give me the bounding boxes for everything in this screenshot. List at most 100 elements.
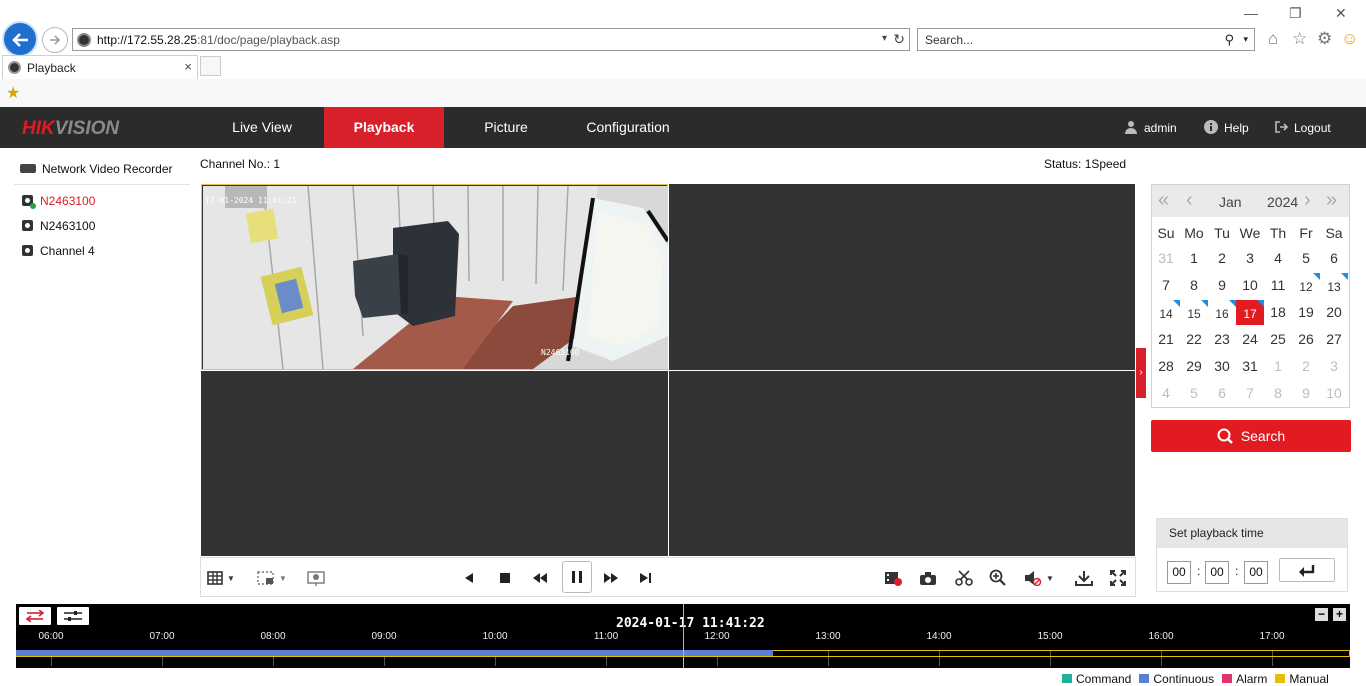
calendar-day[interactable]: 24 <box>1236 327 1264 352</box>
speed-up-button[interactable] <box>603 567 619 589</box>
calendar-day[interactable]: 6 <box>1320 246 1348 271</box>
calendar-day[interactable]: 2 <box>1208 246 1236 271</box>
sync-playback-button[interactable] <box>19 607 51 625</box>
minimize-icon[interactable]: — <box>1244 5 1258 21</box>
download-button[interactable] <box>1075 567 1093 589</box>
calendar-day[interactable]: 4 <box>1264 246 1292 271</box>
capture-button[interactable] <box>919 567 937 589</box>
next-year-icon[interactable]: » <box>1326 189 1337 212</box>
calendar-day[interactable]: 9 <box>1292 381 1320 406</box>
address-bar[interactable]: http://172.55.28.25:81/doc/page/playback… <box>72 28 910 51</box>
previous-year-icon[interactable]: « <box>1158 189 1169 212</box>
forward-button[interactable] <box>42 27 68 53</box>
tree-root-nvr[interactable]: Network Video Recorder <box>20 162 173 176</box>
timeline-settings-button[interactable] <box>57 607 89 625</box>
close-window-icon[interactable]: ✕ <box>1335 5 1347 22</box>
calendar-day[interactable]: 8 <box>1180 273 1208 298</box>
calendar-day[interactable]: 12 <box>1292 273 1320 298</box>
audio-button[interactable]: ▼ <box>1024 567 1054 589</box>
nav-playback[interactable]: Playback <box>324 107 444 148</box>
fisheye-button[interactable] <box>307 567 325 589</box>
stop-all-button[interactable] <box>884 567 902 589</box>
minute-input[interactable]: 00 <box>1205 561 1229 584</box>
collapse-panel-tab[interactable]: › <box>1136 348 1146 398</box>
calendar-day[interactable]: 2 <box>1292 354 1320 379</box>
help-link[interactable]: Help <box>1204 120 1249 135</box>
calendar-day[interactable]: 8 <box>1264 381 1292 406</box>
chevron-down-icon[interactable]: ▾ <box>882 33 887 44</box>
calendar-day[interactable]: 31 <box>1236 354 1264 379</box>
next-month-icon[interactable]: › <box>1304 189 1311 212</box>
refresh-icon[interactable]: ↻ <box>893 31 905 48</box>
timeline[interactable]: 2024-01-17 11:41:22 − + 06:00 07:00 08:00 0… <box>16 604 1350 668</box>
calendar-day[interactable]: 30 <box>1208 354 1236 379</box>
calendar-day[interactable]: 5 <box>1180 381 1208 406</box>
stop-button[interactable] <box>499 567 511 589</box>
calendar-day[interactable]: 6 <box>1208 381 1236 406</box>
calendar-day[interactable]: 4 <box>1152 381 1180 406</box>
user-menu[interactable]: admin <box>1124 120 1177 135</box>
calendar-day[interactable]: 13 <box>1320 273 1348 298</box>
calendar-day[interactable]: 14 <box>1152 300 1180 325</box>
single-frame-button[interactable] <box>639 567 653 589</box>
video-window-3[interactable] <box>201 371 668 556</box>
browser-search-box[interactable]: Search... ⚲ ▾ <box>917 28 1255 51</box>
search-button[interactable]: Search <box>1151 420 1351 452</box>
calendar-day[interactable]: 9 <box>1208 273 1236 298</box>
slow-down-button[interactable] <box>532 567 548 589</box>
calendar-day[interactable]: 10 <box>1320 381 1348 406</box>
calendar-day[interactable]: 3 <box>1320 354 1348 379</box>
calendar-day[interactable]: 16 <box>1208 300 1236 325</box>
hour-input[interactable]: 00 <box>1167 561 1191 584</box>
calendar-day[interactable]: 22 <box>1180 327 1208 352</box>
calendar-day[interactable]: 27 <box>1320 327 1348 352</box>
restore-icon[interactable]: ❐ <box>1289 5 1302 22</box>
calendar-day[interactable]: 23 <box>1208 327 1236 352</box>
second-input[interactable]: 00 <box>1244 561 1268 584</box>
tree-item-channel[interactable]: N2463100 <box>22 194 95 209</box>
video-window-4[interactable] <box>669 371 1135 556</box>
tree-item-channel[interactable]: Channel 4 <box>22 244 95 258</box>
zoom-out-icon[interactable]: − <box>1315 608 1328 621</box>
pause-button[interactable] <box>562 561 592 593</box>
calendar-day[interactable]: 29 <box>1180 354 1208 379</box>
logout-link[interactable]: Logout <box>1274 120 1331 135</box>
add-favorite-icon[interactable]: ★ <box>6 83 20 103</box>
fullscreen-button[interactable] <box>1110 567 1126 589</box>
calendar-day[interactable]: 5 <box>1292 246 1320 271</box>
calendar-day[interactable]: 7 <box>1236 381 1264 406</box>
smiley-icon[interactable]: ☺ <box>1341 29 1358 49</box>
search-icon[interactable]: ⚲ <box>1224 32 1234 48</box>
window-layout-button[interactable]: ▼ <box>207 567 235 589</box>
calendar-day[interactable]: 15 <box>1180 300 1208 325</box>
chevron-down-icon[interactable]: ▾ <box>1243 34 1248 45</box>
calendar-day[interactable]: 28 <box>1152 354 1180 379</box>
reverse-play-button[interactable] <box>463 567 475 589</box>
calendar-day[interactable]: 7 <box>1152 273 1180 298</box>
favorites-star-icon[interactable]: ☆ <box>1292 29 1307 49</box>
previous-month-icon[interactable]: ‹ <box>1186 189 1193 212</box>
settings-gear-icon[interactable]: ⚙ <box>1317 29 1332 49</box>
clip-button[interactable] <box>955 567 973 589</box>
browser-tab[interactable]: Playback × <box>2 55 198 79</box>
calendar-day[interactable]: 25 <box>1264 327 1292 352</box>
window-select-button[interactable]: ▼ <box>257 567 287 589</box>
timeline-cursor[interactable] <box>683 604 684 668</box>
close-tab-icon[interactable]: × <box>184 59 192 74</box>
video-window-2[interactable] <box>669 184 1135 370</box>
nav-live-view[interactable]: Live View <box>200 107 324 148</box>
calendar-day[interactable]: 31 <box>1152 246 1180 271</box>
new-tab-button[interactable] <box>200 56 221 76</box>
digital-zoom-button[interactable] <box>989 567 1007 589</box>
zoom-in-icon[interactable]: + <box>1333 608 1346 621</box>
calendar-day[interactable]: 17 <box>1236 300 1264 325</box>
calendar-day[interactable]: 1 <box>1264 354 1292 379</box>
nav-picture[interactable]: Picture <box>444 107 568 148</box>
calendar-day[interactable]: 26 <box>1292 327 1320 352</box>
calendar-day[interactable]: 18 <box>1264 300 1292 325</box>
calendar-day[interactable]: 3 <box>1236 246 1264 271</box>
back-button[interactable] <box>2 21 38 57</box>
calendar-day[interactable]: 21 <box>1152 327 1180 352</box>
calendar-day[interactable]: 11 <box>1264 273 1292 298</box>
go-to-time-button[interactable] <box>1279 558 1335 582</box>
